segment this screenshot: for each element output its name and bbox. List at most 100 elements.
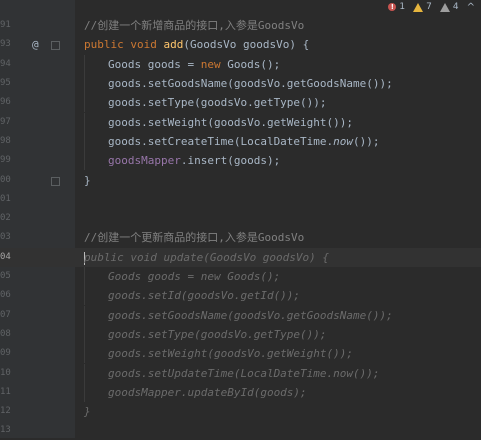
previous-highlight-arrow-icon[interactable]: ^ xyxy=(467,2,475,13)
code-line-current: 04 public void update(GoodsVo goodsVo) { xyxy=(0,248,481,267)
weak-warning-count[interactable]: 4 xyxy=(439,2,459,12)
comment-update: //创建一个更新商品的接口,入参是GoodsVo xyxy=(84,231,305,244)
statement: goods.setCreateTime(LocalDateTime.now())… xyxy=(108,132,380,151)
error-count[interactable]: ! 1 xyxy=(388,2,405,12)
code-line: 09 goods.setWeight(goodsVo.getWeight()); xyxy=(0,344,481,363)
line-number: 02 xyxy=(0,213,11,223)
indent-guide xyxy=(84,55,85,74)
statement: goods.setWeight(goodsVo.getWeight()); xyxy=(108,347,354,360)
closing-brace: } xyxy=(84,405,91,418)
line-number: 13 xyxy=(0,425,11,435)
code-line: 94 Goods goods = new Goods(); xyxy=(0,55,481,74)
warning-count-label: 7 xyxy=(426,2,432,12)
warning-count[interactable]: 7 xyxy=(413,2,432,12)
field-reference: goodsMapper xyxy=(108,154,181,167)
code-line: 13 xyxy=(0,421,481,440)
warning-icon xyxy=(413,2,424,12)
weak-warning-icon xyxy=(439,2,450,12)
code-line: 11 goodsMapper.updateById(goods); xyxy=(0,383,481,402)
code-line: 03 //创建一个更新商品的接口,入参是GoodsVo xyxy=(0,228,481,247)
params: (GoodsVo goodsVo) { xyxy=(183,38,310,51)
code-line: 00 } xyxy=(0,171,481,190)
line-number: 91 xyxy=(0,20,11,30)
indent-guide xyxy=(84,267,85,286)
line-number: 96 xyxy=(0,97,11,107)
indent-guide xyxy=(84,364,85,383)
statement: goodsMapper.insert(goods); xyxy=(108,151,280,170)
statement: goods.setWeight(goodsVo.getWeight()); xyxy=(108,116,354,129)
statement: goods.setId(goodsVo.getId()); xyxy=(108,289,301,302)
statement: Goods goods = new Goods(); xyxy=(108,270,281,283)
line-number: 08 xyxy=(0,329,11,339)
statement: goods.setType(goodsVo.getType()); xyxy=(108,96,327,109)
code-line: 96 goods.setType(goodsVo.getType()); xyxy=(0,93,481,112)
statement: goods.setUpdateTime(LocalDateTime.now())… xyxy=(108,367,380,380)
line-number: 10 xyxy=(0,368,11,378)
code-line: 99 goodsMapper.insert(goods); xyxy=(0,151,481,170)
code-line: 95 goods.setGoodsName(goodsVo.getGoodsNa… xyxy=(0,74,481,93)
indent-guide xyxy=(84,286,85,305)
line-number: 97 xyxy=(0,117,11,127)
statement-part: ()); xyxy=(353,135,380,148)
statement-part: .insert(goods); xyxy=(180,154,281,167)
indent-guide xyxy=(84,306,85,325)
line-number: 94 xyxy=(0,59,11,69)
indent-guide xyxy=(84,93,85,112)
keyword: void xyxy=(130,38,157,51)
statement: goods.setGoodsName(goodsVo.getGoodsName(… xyxy=(108,77,393,90)
error-count-label: 1 xyxy=(399,2,406,12)
keyword: public xyxy=(84,38,124,51)
static-method: now xyxy=(333,135,354,148)
code-line: 98 goods.setCreateTime(LocalDateTime.now… xyxy=(0,132,481,151)
code-line: 08 goods.setType(goodsVo.getType()); xyxy=(0,325,481,344)
override-marker-icon[interactable]: @ xyxy=(32,35,39,54)
indent-guide xyxy=(84,325,85,344)
code-line: 06 goods.setId(goodsVo.getId()); xyxy=(0,286,481,305)
keyword: new xyxy=(200,58,221,71)
statement: Goods goods = new Goods(); xyxy=(108,55,280,74)
line-number: 03 xyxy=(0,232,11,242)
error-icon: ! xyxy=(388,3,397,11)
line-number: 01 xyxy=(0,194,11,204)
line-number: 07 xyxy=(0,310,11,320)
code-line: 02 xyxy=(0,209,481,228)
indent-guide xyxy=(84,344,85,363)
indent-guide xyxy=(84,132,85,151)
code-line: 05 Goods goods = new Goods(); xyxy=(0,267,481,286)
line-number: 12 xyxy=(0,406,11,416)
method-signature-add: public void add(GoodsVo goodsVo) { xyxy=(84,35,309,54)
fold-toggle-icon[interactable] xyxy=(51,41,60,50)
closing-brace: } xyxy=(84,174,91,187)
line-number: 93 xyxy=(0,39,11,49)
code-line: 91 //创建一个新增商品的接口,入参是GoodsVo xyxy=(0,16,481,35)
code-line: 12 } xyxy=(0,402,481,421)
indent-guide xyxy=(84,383,85,402)
statement-part: Goods(); xyxy=(220,58,281,71)
statement-part: Goods goods = xyxy=(108,58,201,71)
signature-text: public void update(GoodsVo goodsVo) { xyxy=(84,251,330,264)
line-number: 06 xyxy=(0,290,11,300)
method-name: add xyxy=(163,38,184,51)
fold-end-icon[interactable] xyxy=(51,177,60,186)
indent-guide xyxy=(84,113,85,132)
weak-warning-count-label: 4 xyxy=(452,2,459,12)
code-line: 01 xyxy=(0,190,481,209)
line-number: 09 xyxy=(0,348,11,358)
method-signature-update[interactable]: public void update(GoodsVo goodsVo) { xyxy=(84,248,329,267)
inspection-status-bar[interactable]: ! 1 7 4 ^ xyxy=(388,0,481,14)
line-number: 11 xyxy=(0,387,11,397)
line-number: 99 xyxy=(0,155,11,165)
indent-guide xyxy=(84,151,85,170)
line-number: 04 xyxy=(0,252,11,262)
statement-part: goods.setCreateTime(LocalDateTime. xyxy=(108,135,334,148)
statement: goods.setGoodsName(goodsVo.getGoodsName(… xyxy=(108,309,393,322)
code-line: 97 goods.setWeight(goodsVo.getWeight()); xyxy=(0,113,481,132)
code-line: 07 goods.setGoodsName(goodsVo.getGoodsNa… xyxy=(0,306,481,325)
code-line: 93 @ public void add(GoodsVo goodsVo) { xyxy=(0,35,481,54)
comment-add: //创建一个新增商品的接口,入参是GoodsVo xyxy=(84,19,305,32)
line-number: 05 xyxy=(0,271,11,281)
indent-guide xyxy=(84,74,85,93)
statement: goodsMapper.updateById(goods); xyxy=(108,386,307,399)
line-number: 98 xyxy=(0,136,11,146)
line-number: 95 xyxy=(0,78,11,88)
